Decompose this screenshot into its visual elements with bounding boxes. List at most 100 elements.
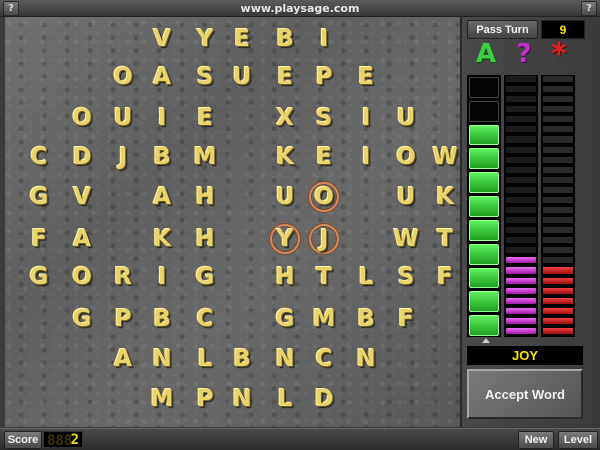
- letter-tile[interactable]: C: [24, 142, 54, 172]
- letter-tile[interactable]: P: [190, 384, 220, 414]
- letter-tile[interactable]: P: [309, 62, 339, 92]
- letter-tile[interactable]: N: [270, 344, 300, 374]
- letter-tile[interactable]: G: [190, 262, 220, 292]
- letter-tile[interactable]: C: [309, 344, 339, 374]
- letter-tile[interactable]: K: [430, 182, 460, 212]
- letter-tile[interactable]: U: [108, 103, 138, 133]
- letter-tile[interactable]: E: [270, 62, 300, 92]
- letter-tile[interactable]: D: [309, 384, 339, 414]
- letter-tile[interactable]: I: [147, 262, 177, 292]
- help-button-right[interactable]: ?: [581, 1, 597, 16]
- red-meter-cell: [543, 327, 573, 334]
- letter-tile[interactable]: L: [270, 384, 300, 414]
- letter-tile[interactable]: J: [108, 142, 138, 172]
- letter-tile[interactable]: U: [391, 182, 421, 212]
- purple-meter-cell: [506, 136, 536, 143]
- letter-tile[interactable]: M: [309, 304, 339, 334]
- letter-tile[interactable]: S: [391, 262, 421, 292]
- letter-tile[interactable]: H: [190, 224, 220, 254]
- letter-tile[interactable]: G: [67, 304, 97, 334]
- letter-tile[interactable]: F: [24, 224, 54, 254]
- letter-tile[interactable]: T: [309, 262, 339, 292]
- letter-tile[interactable]: L: [190, 344, 220, 374]
- red-meter-cell: [543, 227, 573, 234]
- letter-tile-selected[interactable]: O: [309, 182, 339, 212]
- letter-tile[interactable]: U: [227, 62, 257, 92]
- letter-tile-selected[interactable]: Y: [270, 224, 300, 254]
- letter-tile[interactable]: B: [227, 344, 257, 374]
- letter-tile[interactable]: F: [430, 262, 460, 292]
- purple-meter-cell: [506, 176, 536, 183]
- letter-tile[interactable]: C: [190, 304, 220, 334]
- letter-tile[interactable]: E: [190, 103, 220, 133]
- letter-tile[interactable]: D: [67, 142, 97, 172]
- letter-tile[interactable]: R: [108, 262, 138, 292]
- red-meter-cell: [543, 267, 573, 274]
- pass-turn-button[interactable]: Pass Turn: [467, 20, 538, 39]
- letter-tile[interactable]: S: [190, 62, 220, 92]
- letter-tile[interactable]: V: [67, 182, 97, 212]
- letter-tile[interactable]: G: [24, 182, 54, 212]
- letter-tile[interactable]: W: [391, 224, 421, 254]
- letter-tile[interactable]: F: [391, 304, 421, 334]
- letter-tile[interactable]: M: [190, 142, 220, 172]
- letter-tile[interactable]: A: [67, 224, 97, 254]
- red-meter-cell: [543, 207, 573, 214]
- purple-meter-cell: [506, 86, 536, 93]
- score-button[interactable]: Score: [4, 431, 42, 449]
- letter-tile[interactable]: S: [309, 103, 339, 133]
- letter-tile[interactable]: N: [351, 344, 381, 374]
- letter-tile[interactable]: Y: [190, 24, 220, 54]
- letter-tile[interactable]: B: [147, 304, 177, 334]
- purple-meter-cell: [506, 287, 536, 294]
- letter-tile[interactable]: I: [147, 103, 177, 133]
- letter-tile[interactable]: K: [147, 224, 177, 254]
- letter-tile[interactable]: P: [108, 304, 138, 334]
- letter-tile[interactable]: I: [351, 142, 381, 172]
- letter-tile[interactable]: W: [430, 142, 460, 172]
- letter-tile[interactable]: M: [147, 384, 177, 414]
- letter-tile[interactable]: G: [24, 262, 54, 292]
- letter-tile[interactable]: G: [270, 304, 300, 334]
- site-title: www.playsage.com: [240, 1, 360, 15]
- letter-tile[interactable]: B: [147, 142, 177, 172]
- letter-tile[interactable]: O: [391, 142, 421, 172]
- red-meter-cell: [543, 247, 573, 254]
- letter-tile[interactable]: O: [67, 262, 97, 292]
- letter-tile[interactable]: L: [351, 262, 381, 292]
- letter-tile[interactable]: B: [270, 24, 300, 54]
- letter-tile[interactable]: N: [227, 384, 257, 414]
- letter-tile[interactable]: O: [108, 62, 138, 92]
- red-meter-cell: [543, 317, 573, 324]
- letter-tile[interactable]: U: [270, 182, 300, 212]
- letter-tile[interactable]: O: [67, 103, 97, 133]
- letter-board: VYEBIOASUEPEOUIEXSIUCDJBMKEIOWGVAHUOUKFA…: [5, 17, 462, 427]
- letter-tile[interactable]: E: [309, 142, 339, 172]
- letter-tile[interactable]: H: [190, 182, 220, 212]
- letter-tile[interactable]: U: [391, 103, 421, 133]
- letter-tile[interactable]: A: [108, 344, 138, 374]
- letter-tile[interactable]: I: [309, 24, 339, 54]
- letter-tile[interactable]: X: [270, 103, 300, 133]
- letter-tile[interactable]: H: [270, 262, 300, 292]
- accept-word-button[interactable]: Accept Word: [467, 369, 583, 419]
- letter-tile[interactable]: T: [430, 224, 460, 254]
- letter-tile[interactable]: N: [147, 344, 177, 374]
- letter-tile[interactable]: E: [227, 24, 257, 54]
- side-panel: Pass Turn 9 A ? * JOY Accept Word: [462, 17, 600, 427]
- letter-tile-selected[interactable]: J: [309, 224, 339, 254]
- help-button-left[interactable]: ?: [3, 1, 19, 16]
- letter-tile[interactable]: A: [147, 182, 177, 212]
- letter-tile[interactable]: V: [147, 24, 177, 54]
- letter-tile[interactable]: E: [351, 62, 381, 92]
- red-meter-cell: [543, 217, 573, 224]
- letter-tile[interactable]: I: [351, 103, 381, 133]
- new-game-button[interactable]: New: [518, 431, 554, 449]
- red-meter-cell: [543, 106, 573, 113]
- green-meter-cell: [469, 243, 499, 265]
- letter-tile[interactable]: K: [270, 142, 300, 172]
- level-button[interactable]: Level: [558, 431, 598, 449]
- letter-tile[interactable]: A: [147, 62, 177, 92]
- purple-meter-cell: [506, 186, 536, 193]
- letter-tile[interactable]: B: [351, 304, 381, 334]
